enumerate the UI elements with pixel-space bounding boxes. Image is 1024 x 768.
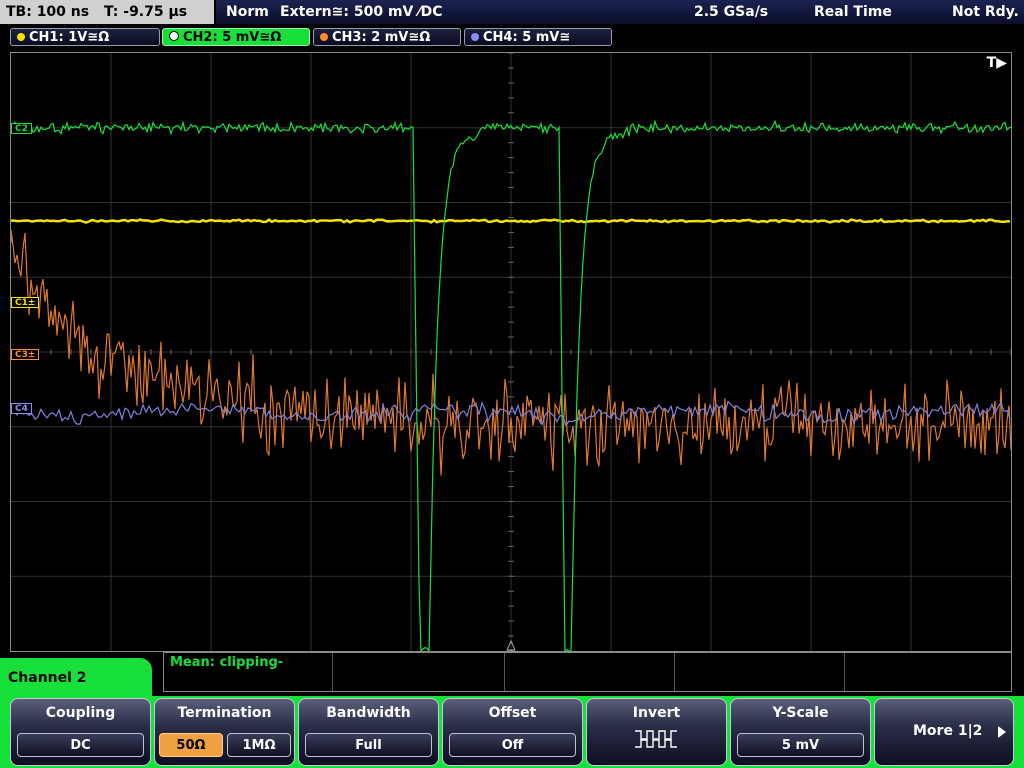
ch1-waveform [11,217,1011,224]
channel-color-dot [17,33,25,41]
yscale-softkey[interactable]: Y-Scale 5 mV [730,698,871,766]
info-cell [674,653,845,691]
coupling-softkey[interactable]: Coupling DC [10,698,151,766]
channel-tab-ch3[interactable]: CH3: 2 mV≅Ω [313,28,461,46]
acquisition-mode[interactable]: Real Time [814,0,892,24]
waveform-display[interactable]: T▶ C2 C1± C3± C4 [10,52,1012,652]
info-cell [504,653,675,691]
waveform-canvas [11,53,1011,651]
sample-rate[interactable]: 2.5 GSa/s [694,0,768,24]
ch2-ground-marker[interactable]: C2 [11,123,32,134]
status-bar: TB: 100 ns T: -9.75 µs Norm Extern≅: 500… [0,0,1024,26]
trigger-source[interactable]: Extern≅: 500 mV ⁄DC [280,0,442,24]
channel-color-dot [169,31,179,41]
channel-color-dot [471,33,479,41]
coupling-value[interactable]: DC [17,733,144,757]
channel-tab-label: CH3: 2 mV≅Ω [332,30,431,45]
mean-measurement: Mean: clipping- [170,655,284,670]
ch3-ground-marker[interactable]: C3± [11,349,40,360]
yscale-value[interactable]: 5 mV [737,733,864,757]
more-softkey[interactable]: More 1|2 [874,698,1014,766]
channel-tab-label: CH2: 5 mV≅Ω [183,30,282,45]
trigger-time-value: T: -9.75 µs [104,4,188,20]
acquisition-info: Norm Extern≅: 500 mV ⁄DC 2.5 GSa/s Real … [216,0,1024,24]
trigger-mode[interactable]: Norm [226,0,269,24]
channel-tab-ch1[interactable]: CH1: 1V≅Ω [10,28,160,46]
bandwidth-softkey[interactable]: Bandwidth Full [298,698,439,766]
menu-title: Channel 2 [8,670,87,686]
termination-1mohm-option[interactable]: 1MΩ [227,733,291,757]
measurement-bar: Mean: clipping- [163,652,1012,692]
info-cell [332,653,505,691]
bandwidth-value[interactable]: Full [305,733,432,757]
invert-label: Invert [632,705,681,721]
offset-label: Offset [488,705,537,721]
timebase-value: TB: 100 ns [6,4,90,20]
channel-tab-label: CH4: 5 mV≅ [483,30,571,45]
termination-softkey[interactable]: Termination 50Ω 1MΩ [154,698,295,766]
ch4-ground-marker[interactable]: C4 [11,403,32,414]
inverted-square-wave-icon [635,730,677,748]
ch1-ground-marker[interactable]: C1± [11,297,40,308]
channel-color-dot [320,33,328,41]
invert-softkey[interactable]: Invert [586,698,727,766]
termination-label: Termination [177,705,272,721]
run-status[interactable]: Not Rdy. [952,0,1019,24]
channel-tab-ch4[interactable]: CH4: 5 mV≅ [464,28,612,46]
trigger-position-marker: T▶ [986,55,1007,71]
coupling-label: Coupling [45,705,116,721]
bandwidth-label: Bandwidth [326,705,411,721]
termination-50ohm-option[interactable]: 50Ω [159,733,223,757]
timebase-box[interactable]: TB: 100 ns T: -9.75 µs [0,0,214,24]
yscale-label: Y-Scale [772,705,829,721]
menu-title-tab: Channel 2 [0,658,152,700]
channel-tab-label: CH1: 1V≅Ω [29,30,110,45]
arrow-right-icon [998,726,1006,738]
offset-value[interactable]: Off [449,733,576,757]
offset-softkey[interactable]: Offset Off [442,698,583,766]
channel-tab-ch2[interactable]: CH2: 5 mV≅Ω [162,28,310,46]
